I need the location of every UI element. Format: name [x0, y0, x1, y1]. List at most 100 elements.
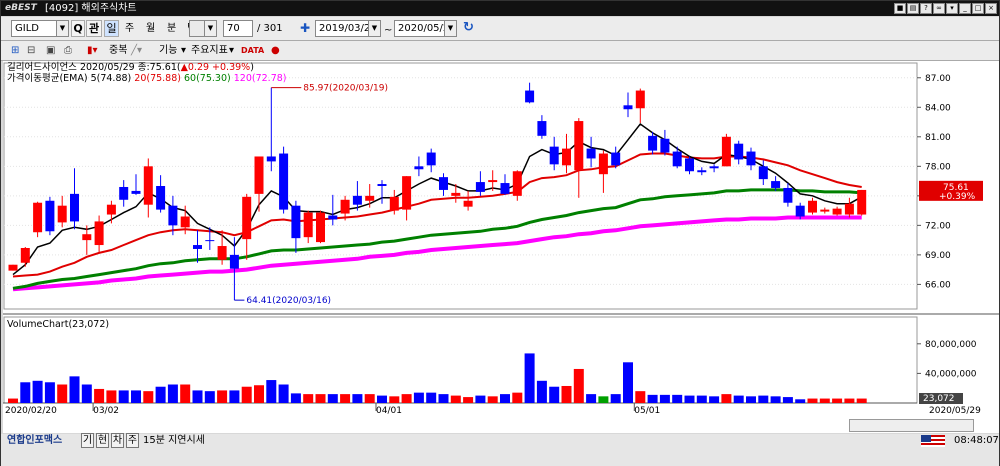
- candle: [82, 234, 92, 241]
- chevron-down-icon[interactable]: ▾: [181, 42, 186, 59]
- price-badge-pct: +0.39%: [939, 192, 976, 202]
- pin-icon[interactable]: ■: [894, 3, 906, 14]
- candle: [254, 156, 264, 194]
- zoom-icon[interactable]: ⊟: [27, 42, 35, 59]
- candle: [562, 148, 571, 166]
- link-icon[interactable]: ∞: [933, 3, 945, 14]
- volume-bar: [81, 384, 92, 403]
- chart-scrollbar[interactable]: [849, 419, 974, 432]
- volume-bar: [610, 394, 621, 403]
- period-week[interactable]: 주: [125, 20, 134, 37]
- candle: [57, 205, 67, 223]
- volume-bar: [536, 380, 547, 403]
- candle: [660, 138, 670, 153]
- search-button[interactable]: Q: [71, 20, 85, 37]
- candle: [795, 205, 805, 217]
- volume-bar: [844, 398, 855, 403]
- add-icon[interactable]: ✚: [300, 20, 310, 37]
- print-icon[interactable]: ▤: [907, 3, 919, 14]
- volume-bar: [475, 395, 486, 403]
- candle: [266, 156, 276, 162]
- candle: [672, 151, 682, 167]
- line-tool-icon[interactable]: ╱▾: [131, 42, 142, 59]
- print-icon[interactable]: ⎙: [64, 42, 72, 59]
- candle: [525, 90, 535, 103]
- close-icon[interactable]: ×: [985, 3, 997, 14]
- indicator-menu[interactable]: 주요지표: [191, 42, 228, 59]
- candle: [340, 199, 350, 214]
- candle: [475, 182, 485, 192]
- tab-ju[interactable]: 주: [126, 433, 139, 448]
- candle: [771, 181, 781, 188]
- settings-icon[interactable]: ▾: [946, 3, 958, 14]
- volume-bar: [106, 390, 117, 403]
- y-tick-label: 78.00: [925, 162, 951, 172]
- candle: [586, 148, 596, 159]
- chevron-down-icon[interactable]: ▼: [444, 21, 456, 36]
- volume-tick-label: 40,000,000: [925, 369, 977, 379]
- volume-bar: [327, 394, 338, 403]
- maximize-icon[interactable]: □: [972, 3, 984, 14]
- ema120-line: [12, 215, 862, 292]
- volume-bar: [746, 396, 756, 403]
- volume-bar: [721, 394, 732, 403]
- chevron-down-icon[interactable]: ▼: [204, 21, 216, 36]
- alert-icon[interactable]: ●: [271, 42, 280, 59]
- y-tick-label: 72.00: [925, 221, 951, 231]
- candle-type-icon[interactable]: ▮▾: [87, 42, 98, 59]
- volume-bar: [819, 398, 830, 403]
- minimize-icon[interactable]: _: [959, 3, 971, 14]
- y-tick-label: 84.00: [925, 103, 951, 113]
- data-icon[interactable]: DATA: [241, 42, 264, 59]
- count-input[interactable]: 70: [223, 20, 253, 37]
- high-annotation: 85.97(2020/03/19): [303, 84, 388, 94]
- candle: [229, 254, 239, 269]
- end-date-input[interactable]: 2020/05/29 ▼: [394, 20, 457, 37]
- candle: [291, 205, 301, 239]
- candle: [635, 90, 645, 109]
- volume-bar: [647, 394, 658, 403]
- candle: [94, 221, 104, 246]
- volume-bar: [167, 384, 178, 403]
- candle: [205, 240, 215, 242]
- window: eBEST [4092] 해외주식차트 ■ ▤ ? ∞ ▾ _ □ × GILD…: [0, 0, 1000, 466]
- start-date-input[interactable]: 2019/03/21 ▼: [315, 20, 381, 37]
- tab-hyeon[interactable]: 현: [96, 433, 109, 448]
- period-month[interactable]: 월: [146, 20, 155, 37]
- ema-label: 가격이동평균(EMA): [7, 73, 88, 84]
- interval-select[interactable]: ▼: [189, 20, 217, 37]
- tab-cha[interactable]: 차: [111, 433, 124, 448]
- main-toolbar: GILD ▼ Q 관 일 주 월 분 틱 ▼ 70 / 301 ✚ 2019/0…: [1, 17, 999, 41]
- symbol-select[interactable]: GILD ▼: [11, 20, 69, 37]
- tab-ki[interactable]: 기: [81, 433, 94, 448]
- period-minute[interactable]: 분: [167, 20, 176, 37]
- candle: [758, 166, 768, 180]
- stock-info-close: ): [250, 62, 254, 73]
- news-source[interactable]: 연합인포맥스: [7, 433, 62, 448]
- chevron-down-icon[interactable]: ▼: [56, 21, 68, 36]
- function-menu[interactable]: 기능: [159, 42, 177, 59]
- mode-button[interactable]: 관: [86, 20, 102, 37]
- chevron-down-icon[interactable]: ▼: [368, 21, 380, 36]
- volume-bar: [524, 353, 535, 403]
- volume-bar: [57, 384, 68, 403]
- save-icon[interactable]: ▣: [46, 42, 55, 59]
- candle: [512, 171, 522, 196]
- chevron-down-icon[interactable]: ▾: [229, 42, 234, 59]
- help-icon[interactable]: ?: [920, 3, 932, 14]
- price-chart[interactable]: 66.0069.0072.0075.0078.0081.0084.0087.00…: [3, 61, 999, 433]
- chart-area[interactable]: 66.0069.0072.0075.0078.0081.0084.0087.00…: [3, 61, 999, 433]
- refresh-icon[interactable]: ↻: [463, 19, 474, 36]
- crosshair-icon[interactable]: ⊞: [11, 42, 19, 59]
- x-tick-label: 2020/02/20: [5, 406, 57, 416]
- volume-bar: [463, 397, 474, 403]
- volume-label: VolumeChart(23,072): [7, 319, 110, 330]
- volume-bar: [340, 394, 351, 403]
- period-day[interactable]: 일: [104, 20, 119, 37]
- y-tick-label: 87.00: [925, 74, 951, 84]
- candle: [70, 193, 79, 222]
- y-tick-label: 66.00: [925, 280, 951, 290]
- volume-bar: [44, 382, 55, 403]
- candle: [808, 200, 817, 213]
- overlap-button[interactable]: 중복: [109, 42, 127, 59]
